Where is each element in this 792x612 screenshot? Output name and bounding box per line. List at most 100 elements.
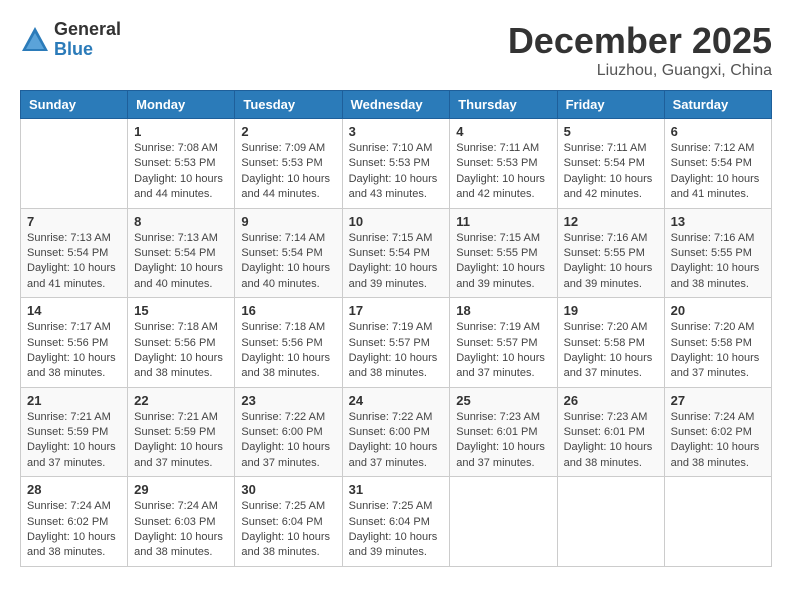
day-info: Sunrise: 7:15 AMSunset: 5:55 PMDaylight:… — [456, 231, 550, 293]
day-number: 10 — [349, 214, 444, 229]
day-number: 8 — [134, 214, 228, 229]
day-info: Sunrise: 7:22 AMSunset: 6:00 PMDaylight:… — [241, 410, 335, 472]
day-info: Sunrise: 7:16 AMSunset: 5:55 PMDaylight:… — [671, 231, 765, 293]
month-title: December 2025 — [508, 20, 772, 62]
calendar-cell: 28Sunrise: 7:24 AMSunset: 6:02 PMDayligh… — [21, 477, 128, 567]
day-number: 26 — [564, 393, 658, 408]
calendar-cell: 25 Sunrise: 7:23 AMSunset: 6:01 PMDayligh… — [450, 387, 557, 477]
day-number: 9 — [241, 214, 335, 229]
day-number: 27 — [671, 393, 765, 408]
day-number: 24 — [349, 393, 444, 408]
day-info: Sunrise: 7:08 AMSunset: 5:53 PMDaylight:… — [134, 141, 228, 203]
calendar-cell: 30Sunrise: 7:25 AMSunset: 6:04 PMDayligh… — [235, 477, 342, 567]
calendar-cell: 1 Sunrise: 7:08 AMSunset: 5:53 PMDaylight… — [128, 119, 235, 209]
calendar-cell: 9Sunrise: 7:14 AMSunset: 5:54 PMDaylight… — [235, 208, 342, 298]
logo-general: General — [54, 20, 121, 40]
day-info: Sunrise: 7:18 AMSunset: 5:56 PMDaylight:… — [241, 320, 335, 382]
weekday-header: Saturday — [664, 91, 771, 119]
logo: General Blue — [20, 20, 121, 60]
day-number: 21 — [27, 393, 121, 408]
calendar-week-row: 14Sunrise: 7:17 AMSunset: 5:56 PMDayligh… — [21, 298, 772, 388]
calendar-cell: 15 Sunrise: 7:18 AMSunset: 5:56 PMDayligh… — [128, 298, 235, 388]
day-number: 20 — [671, 303, 765, 318]
logo-icon — [20, 25, 50, 55]
day-number: 11 — [456, 214, 550, 229]
day-info: Sunrise: 7:21 AMSunset: 5:59 PMDaylight:… — [134, 410, 228, 472]
day-info: Sunrise: 7:13 AMSunset: 5:54 PMDaylight:… — [27, 231, 121, 293]
title-area: December 2025 Liuzhou, Guangxi, China — [508, 20, 772, 80]
weekday-header: Friday — [557, 91, 664, 119]
day-info: Sunrise: 7:11 AMSunset: 5:54 PMDaylight:… — [564, 141, 658, 203]
calendar-cell: 29 Sunrise: 7:24 AMSunset: 6:03 PMDayligh… — [128, 477, 235, 567]
page-header: General Blue December 2025 Liuzhou, Guan… — [20, 20, 772, 80]
day-number: 7 — [27, 214, 121, 229]
day-number: 25 — [456, 393, 550, 408]
day-number: 31 — [349, 482, 444, 497]
day-number: 28 — [27, 482, 121, 497]
day-info: Sunrise: 7:11 AMSunset: 5:53 PMDaylight:… — [456, 141, 550, 203]
day-number: 29 — [134, 482, 228, 497]
day-info: Sunrise: 7:13 AMSunset: 5:54 PMDaylight:… — [134, 231, 228, 293]
calendar-cell: 13 Sunrise: 7:16 AMSunset: 5:55 PMDayligh… — [664, 208, 771, 298]
day-info: Sunrise: 7:23 AMSunset: 6:01 PMDaylight:… — [456, 410, 550, 472]
calendar-cell: 24 Sunrise: 7:22 AMSunset: 6:00 PMDayligh… — [342, 387, 450, 477]
day-info: Sunrise: 7:12 AMSunset: 5:54 PMDaylight:… — [671, 141, 765, 203]
calendar-week-row: 28Sunrise: 7:24 AMSunset: 6:02 PMDayligh… — [21, 477, 772, 567]
day-number: 15 — [134, 303, 228, 318]
day-number: 12 — [564, 214, 658, 229]
day-number: 19 — [564, 303, 658, 318]
day-info: Sunrise: 7:25 AMSunset: 6:04 PMDaylight:… — [241, 499, 335, 561]
calendar-cell: 26 Sunrise: 7:23 AMSunset: 6:01 PMDayligh… — [557, 387, 664, 477]
calendar-cell: 10Sunrise: 7:15 AMSunset: 5:54 PMDayligh… — [342, 208, 450, 298]
calendar-cell: 23 Sunrise: 7:22 AMSunset: 6:00 PMDayligh… — [235, 387, 342, 477]
day-number: 4 — [456, 124, 550, 139]
day-info: Sunrise: 7:22 AMSunset: 6:00 PMDaylight:… — [349, 410, 444, 472]
calendar-cell: 14Sunrise: 7:17 AMSunset: 5:56 PMDayligh… — [21, 298, 128, 388]
day-number: 13 — [671, 214, 765, 229]
day-number: 16 — [241, 303, 335, 318]
calendar-cell: 11 Sunrise: 7:15 AMSunset: 5:55 PMDayligh… — [450, 208, 557, 298]
day-info: Sunrise: 7:20 AMSunset: 5:58 PMDaylight:… — [564, 320, 658, 382]
calendar-cell — [664, 477, 771, 567]
day-number: 3 — [349, 124, 444, 139]
day-info: Sunrise: 7:20 AMSunset: 5:58 PMDaylight:… — [671, 320, 765, 382]
weekday-header: Sunday — [21, 91, 128, 119]
day-number: 23 — [241, 393, 335, 408]
day-info: Sunrise: 7:23 AMSunset: 6:01 PMDaylight:… — [564, 410, 658, 472]
calendar-cell — [21, 119, 128, 209]
day-number: 18 — [456, 303, 550, 318]
calendar-cell: 7 Sunrise: 7:13 AMSunset: 5:54 PMDaylight… — [21, 208, 128, 298]
weekday-header: Tuesday — [235, 91, 342, 119]
weekday-header: Thursday — [450, 91, 557, 119]
day-number: 17 — [349, 303, 444, 318]
calendar-cell: 2Sunrise: 7:09 AMSunset: 5:53 PMDaylight… — [235, 119, 342, 209]
calendar-header-row: SundayMondayTuesdayWednesdayThursdayFrid… — [21, 91, 772, 119]
calendar-week-row: 1 Sunrise: 7:08 AMSunset: 5:53 PMDaylight… — [21, 119, 772, 209]
calendar-cell: 12 Sunrise: 7:16 AMSunset: 5:55 PMDayligh… — [557, 208, 664, 298]
calendar-cell: 20 Sunrise: 7:20 AMSunset: 5:58 PMDayligh… — [664, 298, 771, 388]
day-info: Sunrise: 7:17 AMSunset: 5:56 PMDaylight:… — [27, 320, 121, 382]
calendar-cell: 21 Sunrise: 7:21 AMSunset: 5:59 PMDayligh… — [21, 387, 128, 477]
calendar-cell: 19 Sunrise: 7:20 AMSunset: 5:58 PMDayligh… — [557, 298, 664, 388]
calendar-cell: 18Sunrise: 7:19 AMSunset: 5:57 PMDayligh… — [450, 298, 557, 388]
day-info: Sunrise: 7:19 AMSunset: 5:57 PMDaylight:… — [349, 320, 444, 382]
calendar-week-row: 7 Sunrise: 7:13 AMSunset: 5:54 PMDaylight… — [21, 208, 772, 298]
calendar-cell: 27 Sunrise: 7:24 AMSunset: 6:02 PMDayligh… — [664, 387, 771, 477]
calendar-cell: 17 Sunrise: 7:19 AMSunset: 5:57 PMDayligh… — [342, 298, 450, 388]
calendar-cell — [557, 477, 664, 567]
day-info: Sunrise: 7:24 AMSunset: 6:02 PMDaylight:… — [671, 410, 765, 472]
day-info: Sunrise: 7:25 AMSunset: 6:04 PMDaylight:… — [349, 499, 444, 561]
weekday-header: Wednesday — [342, 91, 450, 119]
day-info: Sunrise: 7:24 AMSunset: 6:03 PMDaylight:… — [134, 499, 228, 561]
day-info: Sunrise: 7:09 AMSunset: 5:53 PMDaylight:… — [241, 141, 335, 203]
calendar-cell: 3Sunrise: 7:10 AMSunset: 5:53 PMDaylight… — [342, 119, 450, 209]
calendar-cell: 5Sunrise: 7:11 AMSunset: 5:54 PMDaylight… — [557, 119, 664, 209]
location: Liuzhou, Guangxi, China — [508, 62, 772, 80]
day-info: Sunrise: 7:16 AMSunset: 5:55 PMDaylight:… — [564, 231, 658, 293]
calendar-cell — [450, 477, 557, 567]
day-number: 22 — [134, 393, 228, 408]
day-info: Sunrise: 7:18 AMSunset: 5:56 PMDaylight:… — [134, 320, 228, 382]
day-number: 1 — [134, 124, 228, 139]
calendar-cell: 22 Sunrise: 7:21 AMSunset: 5:59 PMDayligh… — [128, 387, 235, 477]
day-info: Sunrise: 7:21 AMSunset: 5:59 PMDaylight:… — [27, 410, 121, 472]
